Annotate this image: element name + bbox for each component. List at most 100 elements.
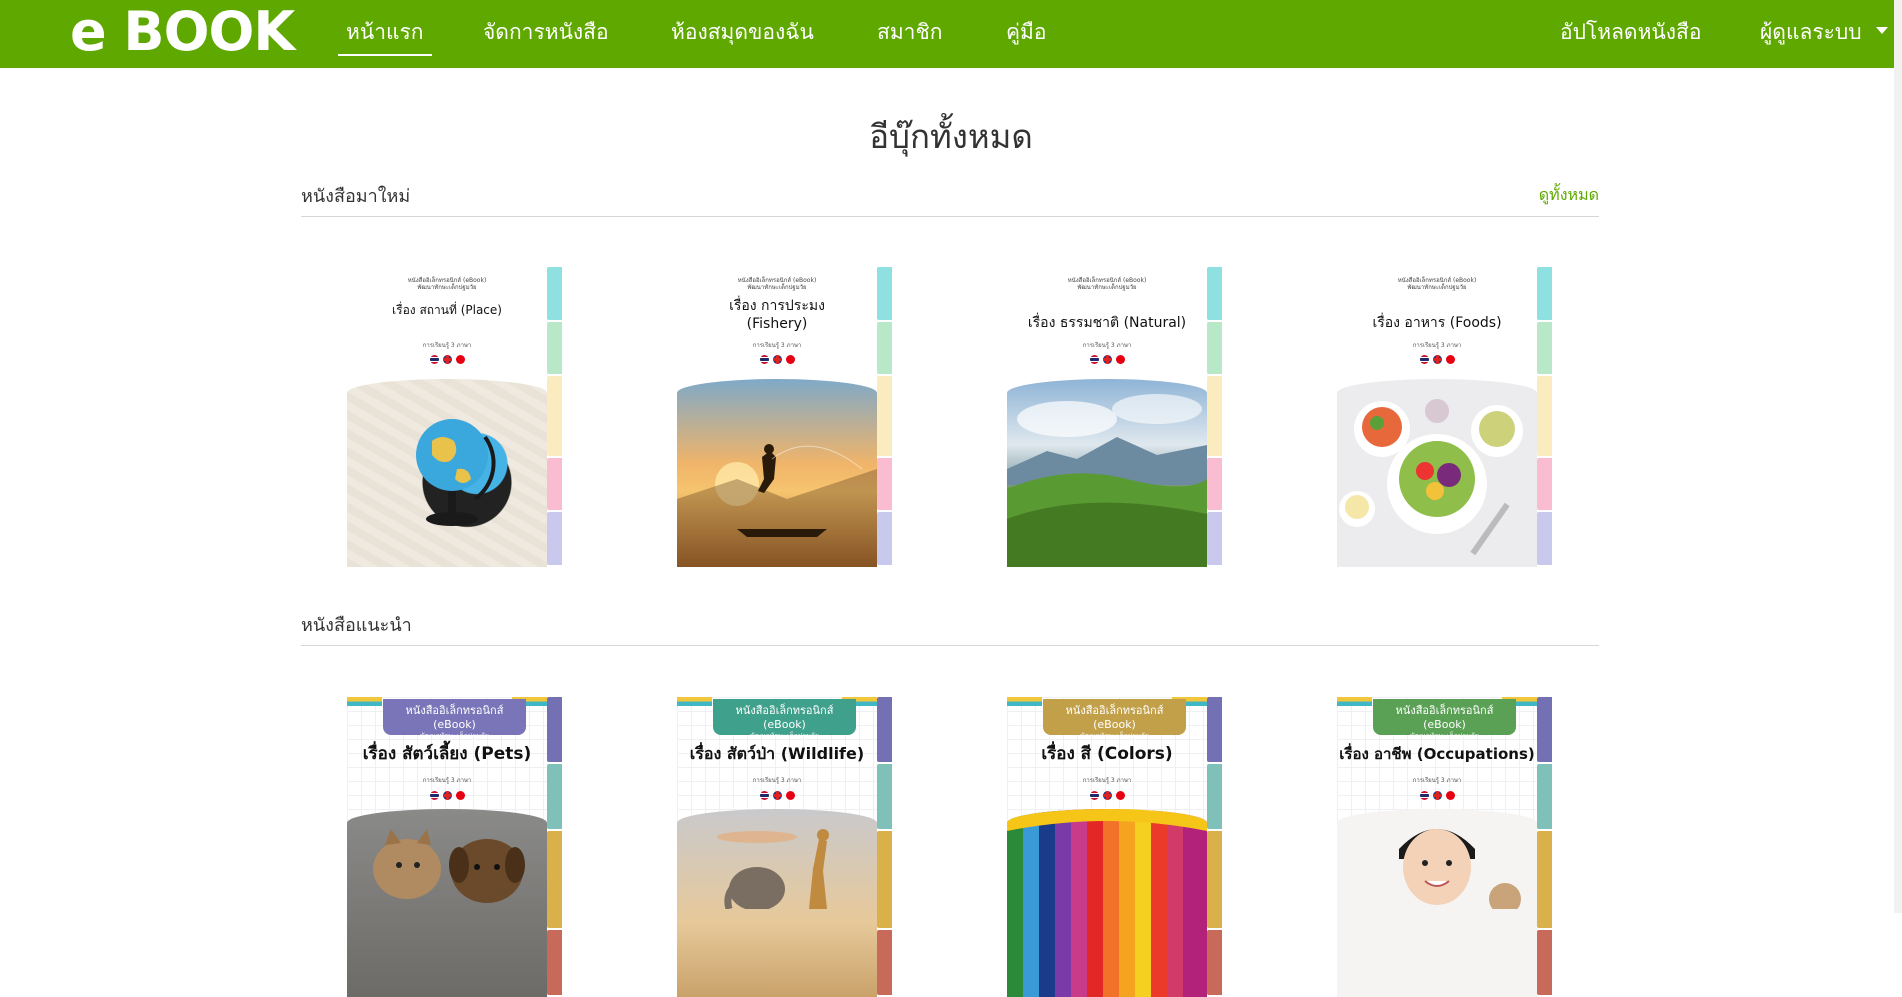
- book-cover-image: [677, 809, 877, 997]
- thai-flag-icon: [759, 791, 769, 800]
- book-card[interactable]: หนังสืออิเล็กทรอนิกส์ (eBook) พัฒนาทักษะ…: [347, 697, 562, 997]
- nav-upload-book[interactable]: อัปโหลดหนังสือ: [1560, 18, 1701, 46]
- book-card[interactable]: หนังสืออิเล็กทรอนิกส์ (eBook) พัฒนาทักษะ…: [1337, 267, 1552, 567]
- book-series: หนังสืออิเล็กทรอนิกส์ (eBook) พัฒนาทักษะ…: [1067, 277, 1147, 291]
- book-cover-image: [677, 379, 877, 567]
- book-label: หนังสืออิเล็กทรอนิกส์ (eBook) พัฒนาทักษะ…: [1043, 699, 1186, 740]
- colored-pencils-icon: [1007, 809, 1207, 831]
- book-label-text: หนังสืออิเล็กทรอนิกส์ (eBook): [405, 704, 504, 731]
- book-card[interactable]: หนังสืออิเล็กทรอนิกส์ (eBook) พัฒนาทักษะ…: [1007, 267, 1222, 567]
- book-tabs: [1537, 697, 1552, 997]
- language-flags: [347, 785, 547, 804]
- uk-flag-icon: [442, 355, 452, 364]
- china-flag-icon: [1115, 355, 1125, 364]
- uk-flag-icon: [1432, 791, 1442, 800]
- nav-members[interactable]: สมาชิก: [877, 18, 942, 46]
- section-title-recommended: หนังสือแนะนำ: [301, 615, 412, 636]
- book-card[interactable]: หนังสืออิเล็กทรอนิกส์ (eBook) พัฒนาทักษะ…: [347, 267, 562, 567]
- child-doctor-icon: [1399, 829, 1521, 915]
- section-header-recommended: หนังสือแนะนำ: [301, 606, 1599, 646]
- thai-flag-icon: [1089, 355, 1099, 364]
- china-flag-icon: [1445, 791, 1455, 800]
- book-tabs: [877, 697, 892, 997]
- book-cover-image: [1007, 809, 1207, 997]
- user-menu[interactable]: ผู้ดูแลระบบ: [1760, 18, 1888, 46]
- china-flag-icon: [785, 791, 795, 800]
- page-title: อีบุ๊กทั้งหมด: [869, 117, 1033, 156]
- book-series: หนังสืออิเล็กทรอนิกส์ (eBook) พัฒนาทักษะ…: [407, 277, 487, 291]
- thai-flag-icon: [1419, 355, 1429, 364]
- thai-flag-icon: [1089, 791, 1099, 800]
- book-label-sub: พัฒนาทักษะเด็กปฐมวัย: [1079, 732, 1149, 740]
- language-flags: [1337, 785, 1537, 804]
- elephant-giraffe-icon: [717, 829, 829, 911]
- book-series: หนังสืออิเล็กทรอนิกส์ (eBook) พัฒนาทักษะ…: [737, 277, 817, 291]
- language-flags: [1007, 349, 1207, 368]
- book-title: เรื่อง อาชีพ (Occupations): [1339, 745, 1535, 763]
- book-title: เรื่อง สัตว์เลี้ยง (Pets): [362, 744, 532, 764]
- book-label: หนังสืออิเล็กทรอนิกส์ (eBook) พัฒนาทักษะ…: [383, 699, 526, 740]
- book-tabs: [1207, 267, 1222, 567]
- china-flag-icon: [785, 355, 795, 364]
- nav-manual[interactable]: คู่มือ: [1006, 18, 1047, 46]
- book-lang: การเรียนรู้ 3 ภาษา: [752, 777, 802, 784]
- thai-flag-icon: [429, 355, 439, 364]
- book-title: เรื่อง สถานที่ (Place): [392, 303, 502, 317]
- language-flags: [1007, 785, 1207, 804]
- language-flags: [347, 349, 547, 368]
- book-label-text: หนังสืออิเล็กทรอนิกส์ (eBook): [1065, 704, 1164, 731]
- language-flags: [677, 785, 877, 804]
- food-bowls-icon: [1339, 399, 1523, 556]
- book-title: เรื่อง อาหาร (Foods): [1372, 315, 1502, 331]
- uk-flag-icon: [772, 791, 782, 800]
- cat-dog-icon: [373, 829, 525, 903]
- book-tabs: [1537, 267, 1552, 567]
- book-card[interactable]: หนังสืออิเล็กทรอนิกส์ (eBook) พัฒนาทักษะ…: [677, 267, 892, 567]
- globe-icon: [416, 419, 496, 526]
- book-card[interactable]: หนังสืออิเล็กทรอนิกส์ (eBook) พัฒนาทักษะ…: [1007, 697, 1222, 997]
- book-lang: การเรียนรู้ 3 ภาษา: [1082, 777, 1132, 784]
- book-cover-image: [347, 379, 547, 567]
- book-label-sub: พัฒนาทักษะเด็กปฐมวัย: [749, 732, 819, 740]
- top-navbar: e BOOK หน้าแรก จัดการหนังสือ ห้องสมุดของ…: [0, 0, 1902, 68]
- thai-flag-icon: [429, 791, 439, 800]
- book-tabs: [1207, 697, 1222, 997]
- china-flag-icon: [455, 791, 465, 800]
- china-flag-icon: [455, 355, 465, 364]
- caret-down-icon: [1875, 26, 1888, 34]
- book-cover-image: [1007, 379, 1207, 567]
- uk-flag-icon: [1432, 355, 1442, 364]
- view-all-link[interactable]: ดูทั้งหมด: [1539, 183, 1599, 208]
- book-title: เรื่อง ธรรมชาติ (Natural): [1027, 315, 1187, 331]
- uk-flag-icon: [772, 355, 782, 364]
- book-tabs: [547, 697, 562, 997]
- book-title: เรื่อง สัตว์ป่า (Wildlife): [689, 744, 865, 763]
- mountain-landscape-icon: [1007, 394, 1207, 567]
- book-label-text: หนังสืออิเล็กทรอนิกส์ (eBook): [735, 704, 834, 731]
- thai-flag-icon: [759, 355, 769, 364]
- book-label-sub: พัฒนาทักษะเด็กปฐมวัย: [1409, 732, 1479, 740]
- language-flags: [677, 349, 877, 368]
- book-tabs: [877, 267, 892, 567]
- section-title-new: หนังสือมาใหม่: [301, 186, 411, 207]
- thai-flag-icon: [1419, 791, 1429, 800]
- book-cover-image: [1337, 379, 1537, 567]
- book-tabs: [547, 267, 562, 567]
- book-title: เรื่อง การประมง (Fishery): [729, 298, 825, 332]
- nav-home[interactable]: หน้าแรก: [338, 18, 432, 56]
- language-flags: [1337, 349, 1537, 368]
- nav-my-library[interactable]: ห้องสมุดของฉัน: [671, 18, 814, 46]
- book-card[interactable]: หนังสืออิเล็กทรอนิกส์ (eBook) พัฒนาทักษะ…: [677, 697, 892, 997]
- book-label: หนังสืออิเล็กทรอนิกส์ (eBook) พัฒนาทักษะ…: [713, 699, 856, 740]
- uk-flag-icon: [1102, 791, 1112, 800]
- book-cover-image: [347, 809, 547, 997]
- book-label-sub: พัฒนาทักษะเด็กปฐมวัย: [419, 732, 489, 740]
- book-title: เรื่อง สี (Colors): [1041, 744, 1173, 764]
- uk-flag-icon: [1102, 355, 1112, 364]
- nav-manage-books[interactable]: จัดการหนังสือ: [483, 18, 609, 46]
- brand-logo[interactable]: e BOOK: [70, 2, 295, 62]
- user-menu-label: ผู้ดูแลระบบ: [1760, 20, 1862, 44]
- book-card[interactable]: หนังสืออิเล็กทรอนิกส์ (eBook) พัฒนาทักษะ…: [1337, 697, 1552, 997]
- china-flag-icon: [1115, 791, 1125, 800]
- section-header-new: หนังสือมาใหม่ ดูทั้งหมด: [301, 177, 1599, 217]
